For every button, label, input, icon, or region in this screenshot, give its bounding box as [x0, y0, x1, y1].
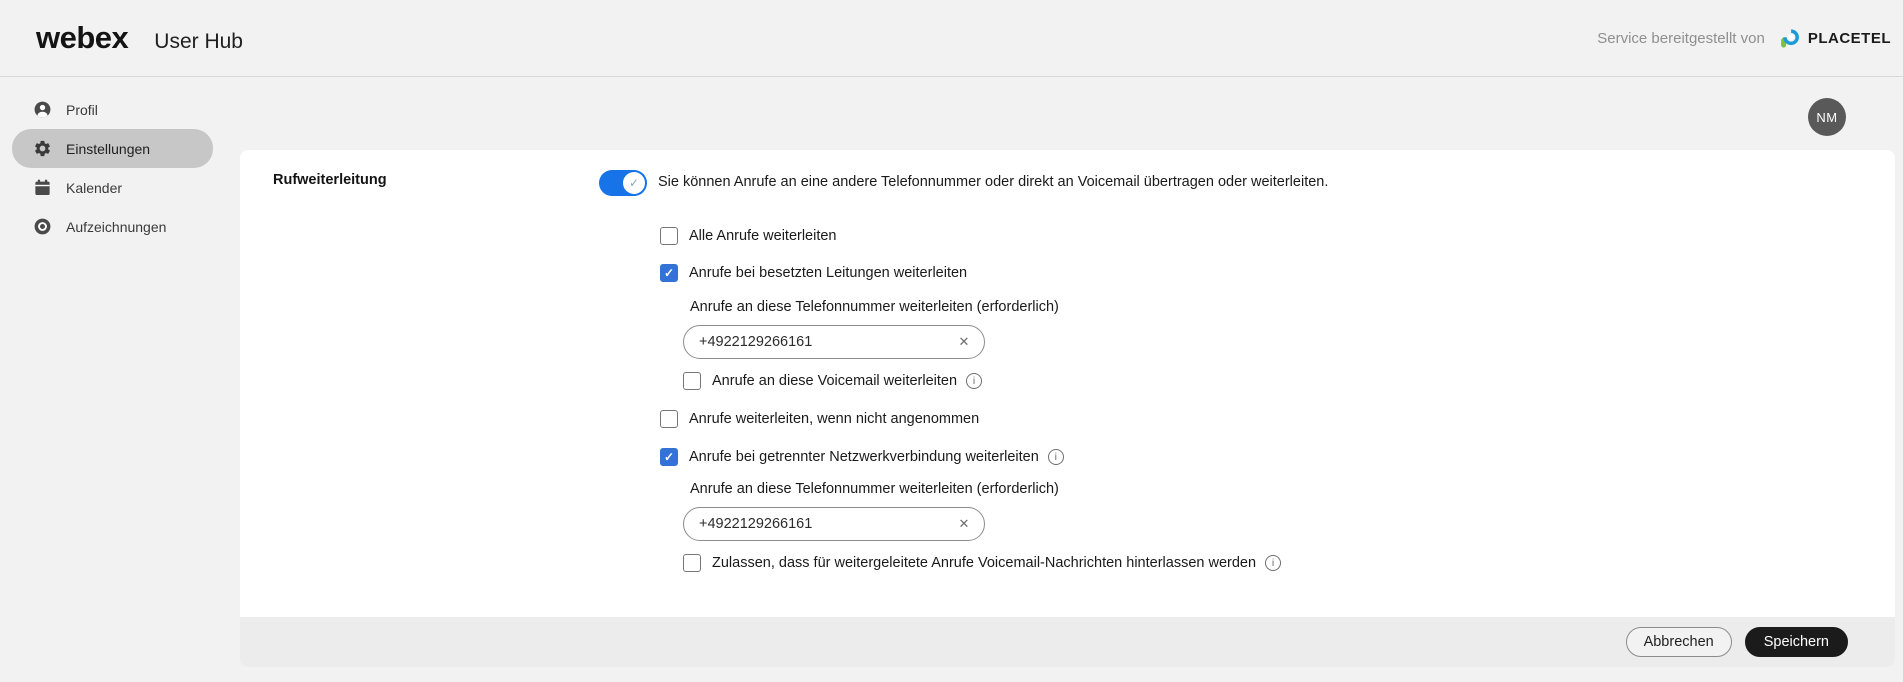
checkbox-allow-voicemail-messages[interactable]: ✓ — [683, 554, 701, 572]
busy-number-field-wrap: ✕ — [683, 325, 985, 359]
person-icon — [33, 100, 52, 119]
app-header: webex User Hub Service bereitgestellt vo… — [0, 0, 1903, 77]
checkbox-forward-all[interactable]: ✓ — [660, 227, 678, 245]
disconnected-number-input[interactable] — [683, 507, 985, 541]
sidebar-item-kalender[interactable]: Kalender — [0, 168, 240, 207]
brand-area: webex User Hub — [36, 20, 243, 56]
option-label: Anrufe weiterleiten, wenn nicht angenomm… — [689, 411, 979, 427]
header-right: Service bereitgestellt von PLACETEL — [1597, 0, 1891, 77]
toggle-knob: ✓ — [623, 172, 645, 194]
sidebar-item-profil[interactable]: Profil — [0, 90, 240, 129]
check-icon: ✓ — [629, 176, 639, 190]
option-forward-disconnected[interactable]: ✓ Anrufe bei getrennter Netzwerkverbindu… — [660, 448, 1064, 466]
cancel-button[interactable]: Abbrechen — [1626, 627, 1732, 657]
calendar-icon — [33, 178, 52, 197]
checkbox-forward-unanswered[interactable]: ✓ — [660, 410, 678, 428]
option-forward-busy[interactable]: ✓ Anrufe bei besetzten Leitungen weiterl… — [660, 264, 967, 282]
disconnected-number-label: Anrufe an diese Telefonnummer weiterleit… — [690, 481, 1059, 497]
service-note: Service bereitgestellt von — [1597, 30, 1765, 47]
check-icon: ✓ — [664, 267, 674, 279]
clear-icon[interactable]: ✕ — [955, 515, 973, 533]
option-forward-unanswered[interactable]: ✓ Anrufe weiterleiten, wenn nicht angeno… — [660, 410, 979, 428]
checkbox-busy-voicemail[interactable]: ✓ — [683, 372, 701, 390]
busy-number-label: Anrufe an diese Telefonnummer weiterleit… — [690, 299, 1059, 315]
gear-icon — [33, 139, 52, 158]
settings-card: Rufweiterleitung ✓ Sie können Anrufe an … — [240, 150, 1895, 667]
placetel-logo-icon — [1779, 27, 1802, 50]
sidebar-item-label: Aufzeichnungen — [66, 219, 166, 235]
sidebar-nav: Profil Einstellungen Kalender — [0, 78, 240, 246]
clear-icon[interactable]: ✕ — [955, 333, 973, 351]
option-label: Anrufe bei besetzten Leitungen weiterlei… — [689, 265, 967, 281]
save-button[interactable]: Speichern — [1745, 627, 1848, 657]
disconnected-number-field-wrap: ✕ — [683, 507, 985, 541]
info-icon[interactable]: i — [1048, 449, 1064, 465]
busy-number-input[interactable] — [683, 325, 985, 359]
option-allow-voicemail-messages[interactable]: ✓ Zulassen, dass für weitergeleitete Anr… — [683, 554, 1281, 572]
option-label: Zulassen, dass für weitergeleitete Anruf… — [712, 555, 1256, 571]
sidebar-item-label: Einstellungen — [66, 141, 150, 157]
call-forwarding-description: Sie können Anrufe an eine andere Telefon… — [658, 174, 1328, 190]
checkbox-forward-disconnected[interactable]: ✓ — [660, 448, 678, 466]
sidebar-item-einstellungen[interactable]: Einstellungen — [0, 129, 240, 168]
checkbox-forward-busy[interactable]: ✓ — [660, 264, 678, 282]
user-avatar[interactable]: NM — [1808, 98, 1846, 136]
action-bar: Abbrechen Speichern — [240, 617, 1895, 667]
call-forwarding-toggle[interactable]: ✓ — [599, 170, 647, 196]
placetel-brand: PLACETEL — [1779, 27, 1891, 50]
option-busy-voicemail[interactable]: ✓ Anrufe an diese Voicemail weiterleiten… — [683, 372, 982, 390]
option-forward-all[interactable]: ✓ Alle Anrufe weiterleiten — [660, 227, 837, 245]
check-icon: ✓ — [664, 451, 674, 463]
sidebar-item-label: Profil — [66, 102, 98, 118]
record-icon — [33, 217, 52, 236]
sidebar-item-aufzeichnungen[interactable]: Aufzeichnungen — [0, 207, 240, 246]
page-title: User Hub — [154, 30, 243, 54]
info-icon[interactable]: i — [1265, 555, 1281, 571]
option-label: Alle Anrufe weiterleiten — [689, 228, 837, 244]
sidebar-item-label: Kalender — [66, 180, 122, 196]
placetel-wordmark: PLACETEL — [1808, 30, 1891, 47]
webex-logo: webex — [36, 20, 128, 56]
info-icon[interactable]: i — [966, 373, 982, 389]
section-label-rufweiterleitung: Rufweiterleitung — [273, 172, 387, 188]
option-label: Anrufe an diese Voicemail weiterleiten — [712, 373, 957, 389]
option-label: Anrufe bei getrennter Netzwerkverbindung… — [689, 449, 1039, 465]
